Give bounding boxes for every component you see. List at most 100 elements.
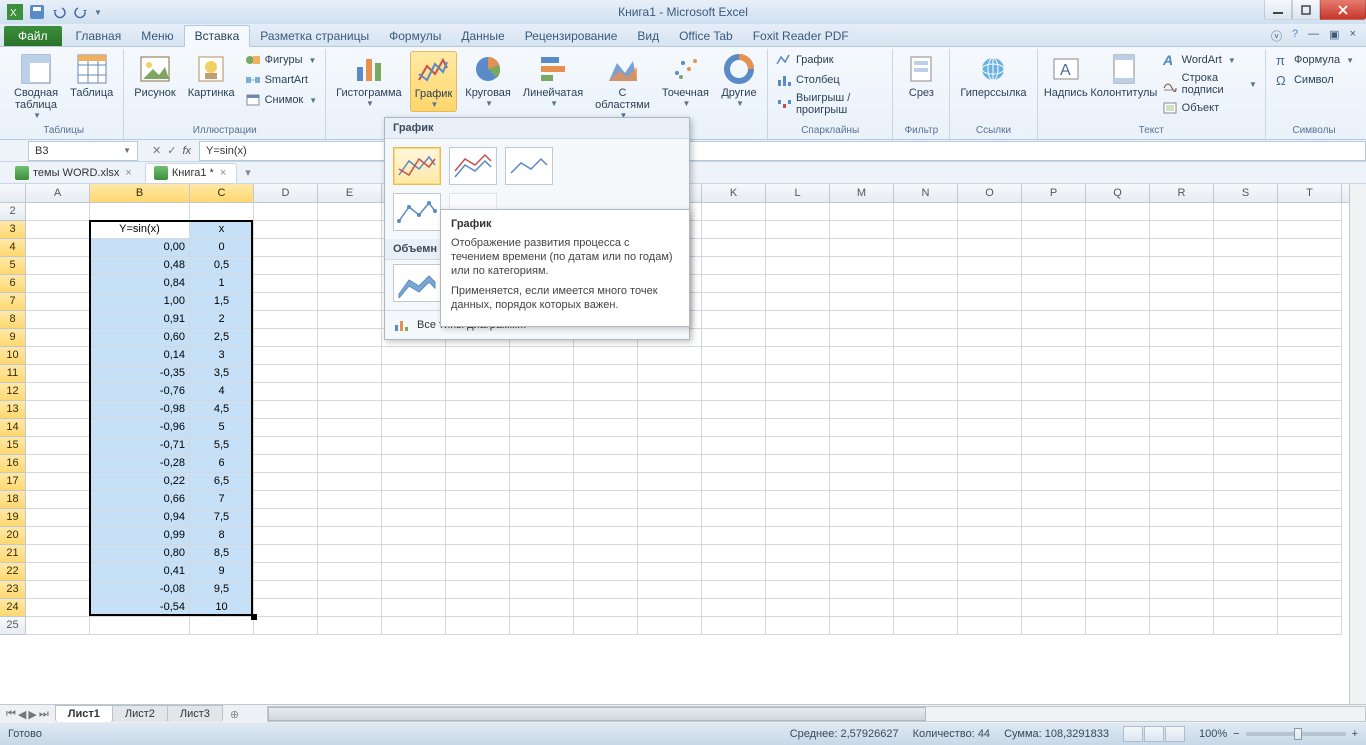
cell-O9[interactable] bbox=[958, 329, 1022, 347]
cell-T7[interactable] bbox=[1278, 293, 1342, 311]
cell-N23[interactable] bbox=[894, 581, 958, 599]
cell-A22[interactable] bbox=[26, 563, 90, 581]
cell-Q19[interactable] bbox=[1086, 509, 1150, 527]
row-header[interactable]: 17 bbox=[0, 473, 26, 491]
cell-L16[interactable] bbox=[766, 455, 830, 473]
row-header[interactable]: 13 bbox=[0, 401, 26, 419]
cell-S3[interactable] bbox=[1214, 221, 1278, 239]
cell-D17[interactable] bbox=[254, 473, 318, 491]
cell-K5[interactable] bbox=[702, 257, 766, 275]
cell-I11[interactable] bbox=[574, 365, 638, 383]
cell-L15[interactable] bbox=[766, 437, 830, 455]
cell-P7[interactable] bbox=[1022, 293, 1086, 311]
cell-A7[interactable] bbox=[26, 293, 90, 311]
zoom-slider[interactable] bbox=[1246, 732, 1346, 736]
cell-R22[interactable] bbox=[1150, 563, 1214, 581]
cell-C20[interactable]: 8 bbox=[190, 527, 254, 545]
cell-E13[interactable] bbox=[318, 401, 382, 419]
cell-H10[interactable] bbox=[510, 347, 574, 365]
cell-P2[interactable] bbox=[1022, 203, 1086, 221]
column-header-R[interactable]: R bbox=[1150, 184, 1214, 202]
cell-O19[interactable] bbox=[958, 509, 1022, 527]
cell-L10[interactable] bbox=[766, 347, 830, 365]
column-header-E[interactable]: E bbox=[318, 184, 382, 202]
cell-M5[interactable] bbox=[830, 257, 894, 275]
cell-T2[interactable] bbox=[1278, 203, 1342, 221]
cell-L14[interactable] bbox=[766, 419, 830, 437]
cell-N6[interactable] bbox=[894, 275, 958, 293]
cell-F11[interactable] bbox=[382, 365, 446, 383]
cell-D15[interactable] bbox=[254, 437, 318, 455]
row-header[interactable]: 5 bbox=[0, 257, 26, 275]
cell-G25[interactable] bbox=[446, 617, 510, 635]
cell-R2[interactable] bbox=[1150, 203, 1214, 221]
cell-C22[interactable]: 9 bbox=[190, 563, 254, 581]
cell-H24[interactable] bbox=[510, 599, 574, 617]
ribbon-tab-рецензирование[interactable]: Рецензирование bbox=[515, 26, 628, 46]
cell-M23[interactable] bbox=[830, 581, 894, 599]
ribbon-tab-вставка[interactable]: Вставка bbox=[184, 25, 251, 47]
cell-E24[interactable] bbox=[318, 599, 382, 617]
chart-type-line-markers[interactable] bbox=[393, 193, 441, 231]
cell-P15[interactable] bbox=[1022, 437, 1086, 455]
cell-K7[interactable] bbox=[702, 293, 766, 311]
chart-type-line[interactable] bbox=[393, 147, 441, 185]
signature-line-button[interactable]: Строка подписи▼ bbox=[1160, 71, 1259, 97]
cell-T9[interactable] bbox=[1278, 329, 1342, 347]
row-header[interactable]: 15 bbox=[0, 437, 26, 455]
cell-A16[interactable] bbox=[26, 455, 90, 473]
cell-O22[interactable] bbox=[958, 563, 1022, 581]
cell-C2[interactable] bbox=[190, 203, 254, 221]
cell-P24[interactable] bbox=[1022, 599, 1086, 617]
cell-C21[interactable]: 8,5 bbox=[190, 545, 254, 563]
cell-P18[interactable] bbox=[1022, 491, 1086, 509]
cell-F22[interactable] bbox=[382, 563, 446, 581]
cell-R25[interactable] bbox=[1150, 617, 1214, 635]
cell-B4[interactable]: 0,00 bbox=[90, 239, 190, 257]
screenshot-button[interactable]: Снимок▼ bbox=[243, 91, 320, 109]
cell-M13[interactable] bbox=[830, 401, 894, 419]
cell-S5[interactable] bbox=[1214, 257, 1278, 275]
cell-K9[interactable] bbox=[702, 329, 766, 347]
cell-J14[interactable] bbox=[638, 419, 702, 437]
cell-O3[interactable] bbox=[958, 221, 1022, 239]
accept-formula-icon[interactable]: ✓ bbox=[167, 144, 176, 157]
cell-L6[interactable] bbox=[766, 275, 830, 293]
cell-N13[interactable] bbox=[894, 401, 958, 419]
cell-E2[interactable] bbox=[318, 203, 382, 221]
cell-G12[interactable] bbox=[446, 383, 510, 401]
cell-Q18[interactable] bbox=[1086, 491, 1150, 509]
column-header-L[interactable]: L bbox=[766, 184, 830, 202]
cell-M22[interactable] bbox=[830, 563, 894, 581]
cell-G18[interactable] bbox=[446, 491, 510, 509]
row-header[interactable]: 14 bbox=[0, 419, 26, 437]
cell-G20[interactable] bbox=[446, 527, 510, 545]
pivot-table-button[interactable]: Сводная таблица▼ bbox=[10, 51, 62, 122]
cell-F23[interactable] bbox=[382, 581, 446, 599]
cell-B2[interactable] bbox=[90, 203, 190, 221]
cell-K15[interactable] bbox=[702, 437, 766, 455]
cell-R20[interactable] bbox=[1150, 527, 1214, 545]
cell-L9[interactable] bbox=[766, 329, 830, 347]
cell-Q7[interactable] bbox=[1086, 293, 1150, 311]
cell-L13[interactable] bbox=[766, 401, 830, 419]
cell-B5[interactable]: 0,48 bbox=[90, 257, 190, 275]
cell-E8[interactable] bbox=[318, 311, 382, 329]
redo-icon[interactable] bbox=[72, 3, 90, 21]
cell-L19[interactable] bbox=[766, 509, 830, 527]
cell-E22[interactable] bbox=[318, 563, 382, 581]
name-box[interactable]: B3 ▼ bbox=[28, 141, 138, 161]
cell-T4[interactable] bbox=[1278, 239, 1342, 257]
cell-D18[interactable] bbox=[254, 491, 318, 509]
cell-L24[interactable] bbox=[766, 599, 830, 617]
wordart-button[interactable]: AWordArt▼ bbox=[1160, 51, 1259, 69]
cell-A2[interactable] bbox=[26, 203, 90, 221]
workbook-restore-icon[interactable]: ▣ bbox=[1329, 28, 1339, 44]
cell-M18[interactable] bbox=[830, 491, 894, 509]
cell-L22[interactable] bbox=[766, 563, 830, 581]
cell-B15[interactable]: -0,71 bbox=[90, 437, 190, 455]
cell-F17[interactable] bbox=[382, 473, 446, 491]
sheet-tab[interactable]: Лист3 bbox=[167, 705, 223, 722]
cell-L20[interactable] bbox=[766, 527, 830, 545]
column-header-K[interactable]: K bbox=[702, 184, 766, 202]
